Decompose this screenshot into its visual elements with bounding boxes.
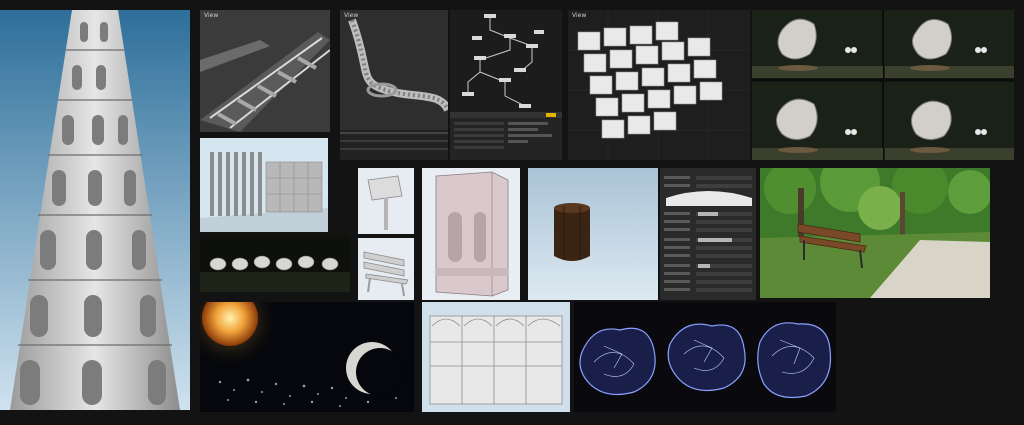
pillar-viewport[interactable]	[422, 168, 520, 300]
fence-icon	[200, 138, 328, 232]
barrel-viewport[interactable]	[528, 168, 658, 300]
bench-icon	[358, 238, 414, 300]
attribute-panel[interactable]	[660, 168, 756, 300]
track-viewport[interactable]: View	[200, 10, 330, 132]
shelf-viewport[interactable]	[422, 302, 570, 412]
tower-icon	[0, 10, 190, 410]
rock-icon	[200, 236, 350, 292]
space-scene	[200, 302, 414, 412]
asteroid-icon	[574, 302, 836, 412]
shelf-icon	[422, 302, 570, 412]
tree-icon	[760, 168, 990, 298]
barrel-icon	[528, 168, 658, 300]
rail-track-icon	[340, 10, 448, 160]
asteroid-render	[574, 302, 836, 412]
viewport-label: View	[344, 12, 359, 19]
rocks-row	[200, 236, 350, 292]
node-graph-icon	[450, 10, 562, 160]
viewport-label: View	[572, 12, 587, 19]
rock-icon	[752, 10, 1014, 160]
slider-icon	[660, 168, 756, 300]
bench-viewport[interactable]	[358, 238, 414, 300]
sign-icon	[358, 168, 414, 234]
crate-icon	[568, 10, 750, 160]
node-editor[interactable]	[450, 10, 562, 160]
rock-grid	[752, 10, 1014, 160]
space-render	[200, 302, 414, 412]
fence-viewport[interactable]	[200, 138, 328, 232]
rail-track-icon	[200, 10, 330, 132]
crate-viewport[interactable]: View	[568, 10, 750, 160]
sign-viewport[interactable]	[358, 168, 414, 234]
curve-track-viewport[interactable]: View	[340, 10, 448, 160]
tower-render	[0, 10, 190, 410]
park-photo	[760, 168, 990, 298]
viewport-label: View	[204, 12, 219, 19]
pillar-icon	[422, 168, 520, 300]
